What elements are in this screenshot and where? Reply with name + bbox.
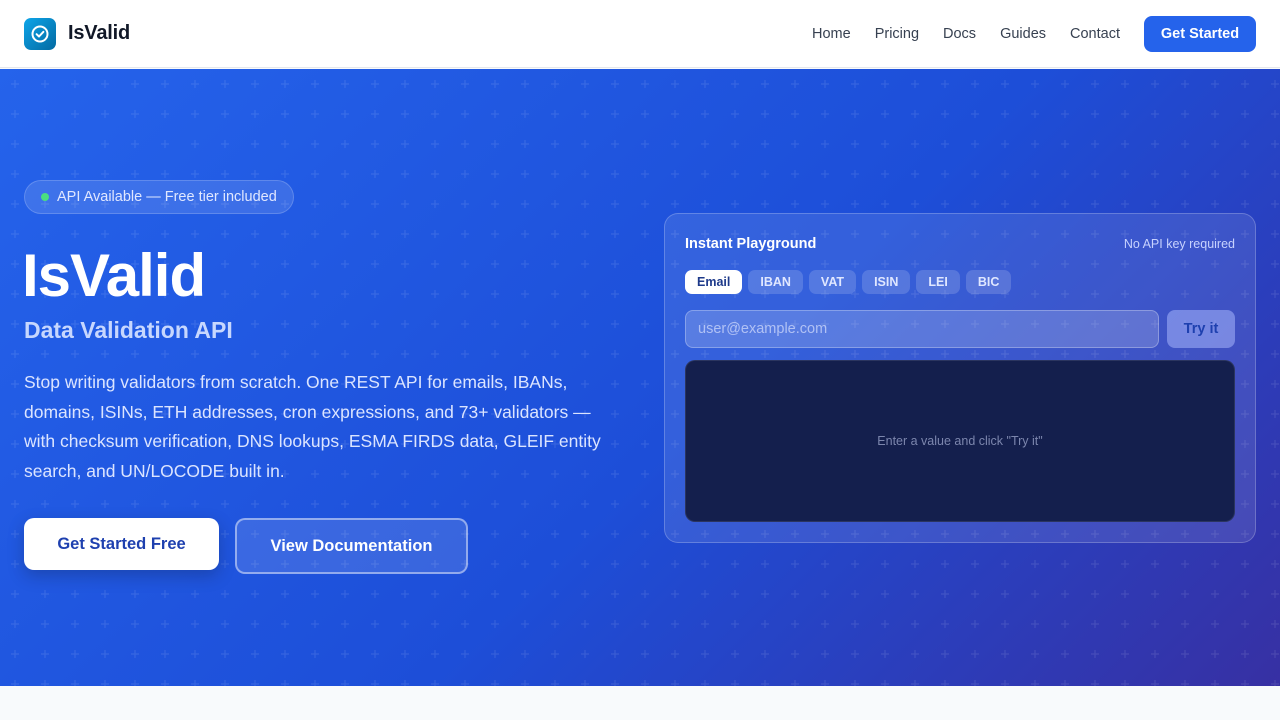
status-dot-icon	[41, 193, 49, 201]
nav-home[interactable]: Home	[812, 26, 851, 42]
instant-playground: Instant Playground No API key required E…	[664, 213, 1256, 543]
tab-iban[interactable]: IBAN	[748, 270, 803, 294]
nav-pricing[interactable]: Pricing	[875, 26, 919, 42]
get-started-button[interactable]: Get Started	[1144, 15, 1256, 52]
tab-isin[interactable]: ISIN	[862, 270, 911, 294]
next-section-edge	[0, 686, 1280, 720]
nav-docs[interactable]: Docs	[943, 26, 976, 42]
try-it-button[interactable]: Try it	[1167, 310, 1235, 348]
tab-email[interactable]: Email	[685, 270, 743, 294]
validator-tabs: Email IBAN VAT ISIN LEI BIC	[685, 270, 1017, 294]
output-hint: Enter a value and click "Try it"	[877, 434, 1043, 448]
check-circle-icon[interactable]	[24, 17, 56, 50]
badge-text: API Available — Free tier included	[57, 189, 277, 205]
site-header: IsValid Home Pricing Docs Guides Contact…	[0, 0, 1280, 68]
result-output-panel: Enter a value and click "Try it"	[685, 360, 1235, 522]
tab-lei[interactable]: LEI	[916, 270, 960, 294]
nav-guides[interactable]: Guides	[1000, 26, 1046, 42]
playground-note: No API key required	[1123, 237, 1235, 251]
validation-input[interactable]	[685, 310, 1159, 348]
hero-section: API Available — Free tier included IsVal…	[0, 69, 1280, 686]
get-started-free-button[interactable]: Get Started Free	[24, 518, 219, 570]
hero-title: IsValid	[22, 242, 206, 309]
tab-vat[interactable]: VAT	[808, 270, 857, 294]
hero-subtitle: Data Validation API	[24, 317, 233, 343]
tab-bic[interactable]: BIC	[965, 270, 1012, 294]
view-documentation-button[interactable]: View Documentation	[235, 518, 468, 574]
playground-title: Instant Playground	[685, 236, 817, 252]
brand-name[interactable]: IsValid	[68, 22, 130, 45]
main-nav: Home Pricing Docs Guides Contact Get Sta…	[788, 15, 1256, 52]
hero-description: Stop writing validators from scratch. On…	[24, 372, 601, 481]
api-status-badge: API Available — Free tier included	[24, 180, 294, 214]
nav-contact[interactable]: Contact	[1070, 26, 1120, 42]
